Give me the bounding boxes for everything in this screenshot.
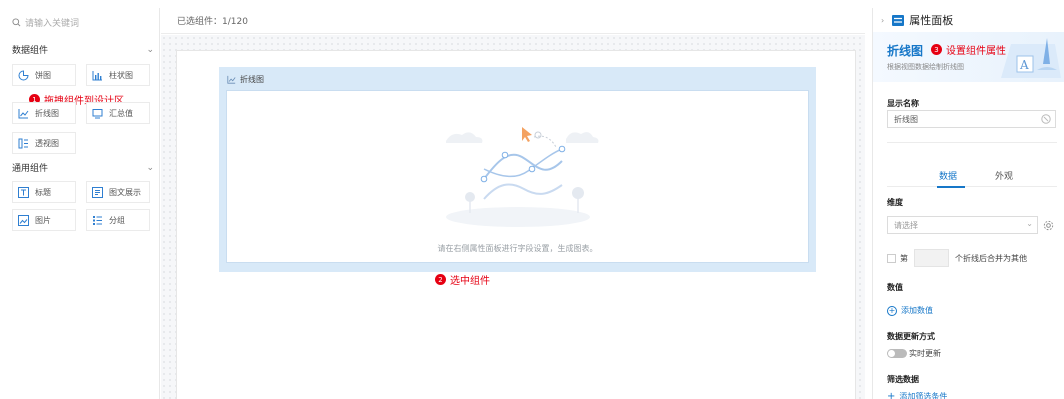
add-value-button[interactable]: + 添加数值 bbox=[887, 305, 933, 316]
text-decoration-icon: A bbox=[1001, 38, 1061, 78]
plus-icon: + bbox=[887, 391, 896, 399]
annotation-text: 选中组件 bbox=[450, 276, 490, 287]
tile-label: 汇总值 bbox=[109, 108, 133, 118]
dimension-select[interactable]: 请选择 ⌄ bbox=[887, 216, 1038, 234]
section-general-components[interactable]: 通用组件 ⌄ bbox=[12, 161, 154, 175]
update-mode-row: 实时更新 bbox=[887, 348, 941, 359]
display-name-value: 折线图 bbox=[894, 114, 918, 124]
tile-bar[interactable]: 柱状图 bbox=[86, 64, 150, 86]
merge-other-row: 第 个折线后合并为其他 bbox=[887, 249, 1027, 267]
section-title: 通用组件 bbox=[12, 164, 49, 174]
chevron-down-icon[interactable]: ⌄ bbox=[146, 163, 154, 173]
summary-icon bbox=[92, 108, 103, 119]
line-chart-icon bbox=[227, 75, 236, 84]
line-chart-icon bbox=[18, 108, 29, 119]
display-name-input[interactable]: 折线图 bbox=[887, 110, 1056, 128]
image-text-icon bbox=[92, 186, 103, 198]
image-icon bbox=[18, 214, 29, 226]
merge-prefix: 第 bbox=[900, 253, 908, 263]
group-icon bbox=[92, 215, 103, 226]
merge-suffix: 个折线后合并为其他 bbox=[955, 253, 1027, 263]
values-label: 数值 bbox=[887, 283, 903, 292]
search-box[interactable]: 请输入关键词 bbox=[12, 14, 152, 30]
tile-label: 图文展示 bbox=[109, 187, 141, 197]
tile-title[interactable]: 标题 bbox=[12, 181, 76, 203]
dimension-label: 维度 bbox=[887, 198, 903, 207]
merge-checkbox[interactable] bbox=[887, 253, 896, 263]
search-icon bbox=[12, 17, 21, 26]
component-title-text: 折线图 bbox=[240, 75, 264, 84]
gear-icon[interactable] bbox=[1043, 220, 1054, 231]
pivot-icon bbox=[18, 138, 29, 149]
add-filter-button[interactable]: + 添加筛选条件 bbox=[887, 391, 947, 399]
banner-subtitle: 根据视图数据绘制折线图 bbox=[887, 63, 964, 71]
component-panel: 请输入关键词 数据组件 ⌄ 饼图 柱状图 1 拖拽组件到设计区 折线图 汇总值 … bbox=[0, 8, 160, 399]
title-icon bbox=[18, 186, 29, 198]
selected-count: 已选组件：1/120 bbox=[177, 17, 248, 27]
step-number: 3 bbox=[931, 44, 942, 55]
section-data-components[interactable]: 数据组件 ⌄ bbox=[12, 43, 154, 57]
panel-icon bbox=[892, 14, 905, 26]
tile-label: 柱状图 bbox=[109, 70, 133, 80]
chevron-down-icon[interactable]: ⌄ bbox=[146, 45, 154, 55]
tab-appearance[interactable]: 外观 bbox=[995, 169, 1013, 182]
merge-count-input[interactable] bbox=[914, 249, 949, 267]
tile-image-text[interactable]: 图文展示 bbox=[86, 181, 150, 203]
tile-label: 图片 bbox=[35, 215, 51, 225]
search-input[interactable]: 请输入关键词 bbox=[25, 16, 79, 29]
property-panel-header[interactable]: › 属性面板 bbox=[881, 12, 953, 28]
realtime-toggle[interactable] bbox=[887, 349, 907, 358]
panel-title: 属性面板 bbox=[909, 14, 954, 27]
update-mode-label: 数据更新方式 bbox=[887, 332, 935, 341]
tile-summary[interactable]: 汇总值 bbox=[86, 102, 150, 124]
bar-chart-icon bbox=[92, 70, 103, 81]
step-number: 2 bbox=[435, 274, 446, 285]
active-tab-indicator bbox=[937, 186, 965, 188]
caret-right-icon[interactable]: › bbox=[881, 16, 884, 25]
svg-text:A: A bbox=[1019, 58, 1029, 72]
clear-icon[interactable] bbox=[1041, 114, 1051, 124]
property-panel: › 属性面板 折线图 根据视图数据绘制折线图 A 3 设置组件属性 显示名称 折… bbox=[872, 8, 1064, 399]
chart-hint: 请在右侧属性面板进行字段设置，生成图表。 bbox=[437, 244, 598, 253]
realtime-toggle-label: 实时更新 bbox=[909, 349, 941, 358]
chart-placeholder: 请在右侧属性面板进行字段设置，生成图表。 bbox=[226, 90, 809, 263]
tile-label: 分组 bbox=[109, 215, 125, 225]
dimension-placeholder: 请选择 bbox=[894, 220, 918, 230]
section-title: 数据组件 bbox=[12, 46, 49, 56]
property-tabs: 数据 外观 bbox=[887, 165, 1057, 188]
filter-label: 筛选数据 bbox=[887, 375, 919, 384]
divider bbox=[887, 142, 1057, 143]
tile-image[interactable]: 图片 bbox=[12, 209, 76, 231]
tile-label: 标题 bbox=[35, 187, 51, 197]
tab-data[interactable]: 数据 bbox=[939, 169, 957, 182]
canvas-toolbar: 已选组件：1/120 bbox=[161, 8, 865, 34]
tile-pie[interactable]: 饼图 bbox=[12, 64, 76, 86]
annotation-text: 设置组件属性 bbox=[946, 46, 1006, 57]
component-title: 折线图 bbox=[227, 74, 264, 85]
tile-pivot[interactable]: 透视图 bbox=[12, 132, 76, 154]
annotation-properties: 3 设置组件属性 bbox=[931, 42, 1006, 57]
chevron-down-icon: ⌄ bbox=[1026, 219, 1033, 228]
add-value-label: 添加数值 bbox=[901, 306, 933, 315]
annotation-select: 2 选中组件 bbox=[435, 272, 490, 287]
plus-icon: + bbox=[887, 305, 897, 316]
tile-group[interactable]: 分组 bbox=[86, 209, 150, 231]
pie-chart-icon bbox=[18, 69, 29, 81]
tile-label: 折线图 bbox=[35, 108, 59, 118]
display-name-label: 显示名称 bbox=[887, 99, 919, 108]
line-chart-component[interactable]: 折线图 请在右侧属性面板进行字段设置，生成图表。 bbox=[219, 67, 816, 272]
component-banner: 折线图 根据视图数据绘制折线图 A bbox=[873, 32, 1064, 82]
tile-line[interactable]: 折线图 bbox=[12, 102, 76, 124]
tile-label: 透视图 bbox=[35, 138, 59, 148]
tile-label: 饼图 bbox=[35, 70, 51, 80]
empty-chart-illustration bbox=[446, 127, 599, 227]
add-filter-label: 添加筛选条件 bbox=[899, 392, 948, 399]
banner-title: 折线图 bbox=[887, 44, 924, 58]
